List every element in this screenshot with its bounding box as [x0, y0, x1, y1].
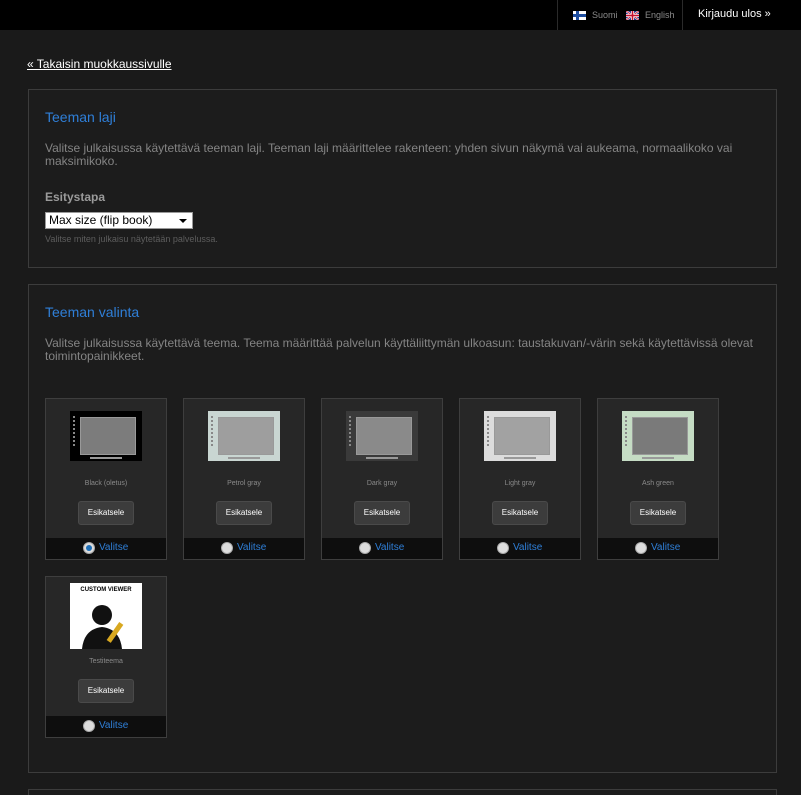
language-en-label: English: [645, 10, 675, 20]
theme-radio[interactable]: [635, 542, 647, 554]
theme-card: Petrol gray Esikatsele Valitse: [183, 398, 305, 560]
theme-thumbnail: [346, 411, 418, 461]
language-en[interactable]: English: [625, 9, 675, 21]
thumbnail-strip: [366, 457, 398, 459]
theme-card: CUSTOM VIEWER Testiteema Esikatsele Valitse: [45, 576, 167, 738]
page-preview: [218, 417, 274, 455]
theme-select-row[interactable]: Valitse: [598, 538, 718, 559]
uk-flag-icon: [625, 9, 640, 21]
theme-select-label[interactable]: Valitse: [651, 542, 680, 553]
theme-select-row[interactable]: Valitse: [184, 538, 304, 559]
page-preview: [80, 417, 136, 455]
theme-type-title: Teeman laji: [45, 109, 116, 125]
theme-type-description: Valitse julkaisussa käytettävä teeman la…: [45, 141, 733, 168]
preview-button[interactable]: Esikatsele: [78, 679, 134, 703]
toolbar-icons: [349, 416, 351, 446]
theme-select-label[interactable]: Valitse: [99, 542, 128, 553]
back-link[interactable]: « Takaisin muokkaussivulle: [27, 57, 172, 71]
preview-button[interactable]: Esikatsele: [492, 501, 548, 525]
theme-name: Ash green: [642, 480, 674, 487]
theme-select-label[interactable]: Valitse: [513, 542, 542, 553]
theme-name: Light gray: [504, 480, 536, 487]
page-preview: [356, 417, 412, 455]
theme-card: Black (oletus) Esikatsele Valitse: [45, 398, 167, 560]
theme-selection-title: Teeman valinta: [45, 304, 140, 320]
toolbar-icons: [73, 416, 75, 446]
presentation-hint: Valitse miten julkaisu näytetään palvelu…: [45, 234, 218, 244]
top-bar: Suomi English Kirjaudu ulos »: [0, 0, 801, 30]
theme-name: Black (oletus): [84, 480, 128, 487]
theme-select-row[interactable]: Valitse: [460, 538, 580, 559]
preview-button[interactable]: Esikatsele: [78, 501, 134, 525]
theme-card: Light gray Esikatsele Valitse: [459, 398, 581, 560]
logout-link[interactable]: Kirjaudu ulos »: [698, 8, 771, 20]
theme-thumbnail: [622, 411, 694, 461]
toolbar-icons: [487, 416, 489, 446]
preview-button[interactable]: Esikatsele: [354, 501, 410, 525]
theme-thumbnail: CUSTOM VIEWER: [70, 583, 142, 649]
thumbnail-strip: [90, 457, 122, 459]
theme-radio[interactable]: [83, 720, 95, 732]
language-switcher: Suomi English: [557, 0, 683, 30]
language-fi[interactable]: Suomi: [573, 10, 618, 20]
theme-select-label[interactable]: Valitse: [375, 542, 404, 553]
toolbar-icons: [625, 416, 627, 446]
theme-select-row[interactable]: Valitse: [322, 538, 442, 559]
theme-select-row[interactable]: Valitse: [46, 716, 166, 737]
page-preview: [494, 417, 550, 455]
theme-selection-description: Valitse julkaisussa käytettävä teema. Te…: [45, 336, 753, 363]
theme-selection-section: Teeman valinta Valitse julkaisussa käyte…: [28, 284, 777, 773]
language-fi-label: Suomi: [592, 10, 618, 20]
theme-name: Petrol gray: [227, 480, 261, 487]
theme-select-label[interactable]: Valitse: [99, 720, 128, 731]
theme-radio[interactable]: [83, 542, 95, 554]
thumbnail-strip: [642, 457, 674, 459]
theme-card: Ash green Esikatsele Valitse: [597, 398, 719, 560]
theme-radio[interactable]: [497, 542, 509, 554]
theme-name: Testiteema: [89, 658, 123, 665]
presentation-select-value: Max size (flip book): [49, 213, 153, 227]
theme-card: Dark gray Esikatsele Valitse: [321, 398, 443, 560]
theme-type-section: Teeman laji Valitse julkaisussa käytettä…: [28, 89, 777, 268]
finnish-flag-icon: [573, 10, 586, 20]
theme-radio[interactable]: [221, 542, 233, 554]
next-section: [28, 789, 777, 795]
thumbnail-strip: [228, 457, 260, 459]
theme-thumbnail: [70, 411, 142, 461]
dropdown-arrow-icon: [179, 219, 187, 223]
theme-radio[interactable]: [359, 542, 371, 554]
theme-thumbnail: [208, 411, 280, 461]
theme-thumbnail: [484, 411, 556, 461]
presentation-label: Esitystapa: [45, 190, 106, 204]
preview-button[interactable]: Esikatsele: [630, 501, 686, 525]
presentation-select[interactable]: Max size (flip book): [45, 212, 193, 229]
theme-name: Dark gray: [366, 480, 398, 487]
person-silhouette-icon: [82, 605, 124, 649]
preview-button[interactable]: Esikatsele: [216, 501, 272, 525]
toolbar-icons: [211, 416, 213, 446]
theme-select-row[interactable]: Valitse: [46, 538, 166, 559]
page-preview: [632, 417, 688, 455]
thumbnail-strip: [504, 457, 536, 459]
theme-select-label[interactable]: Valitse: [237, 542, 266, 553]
